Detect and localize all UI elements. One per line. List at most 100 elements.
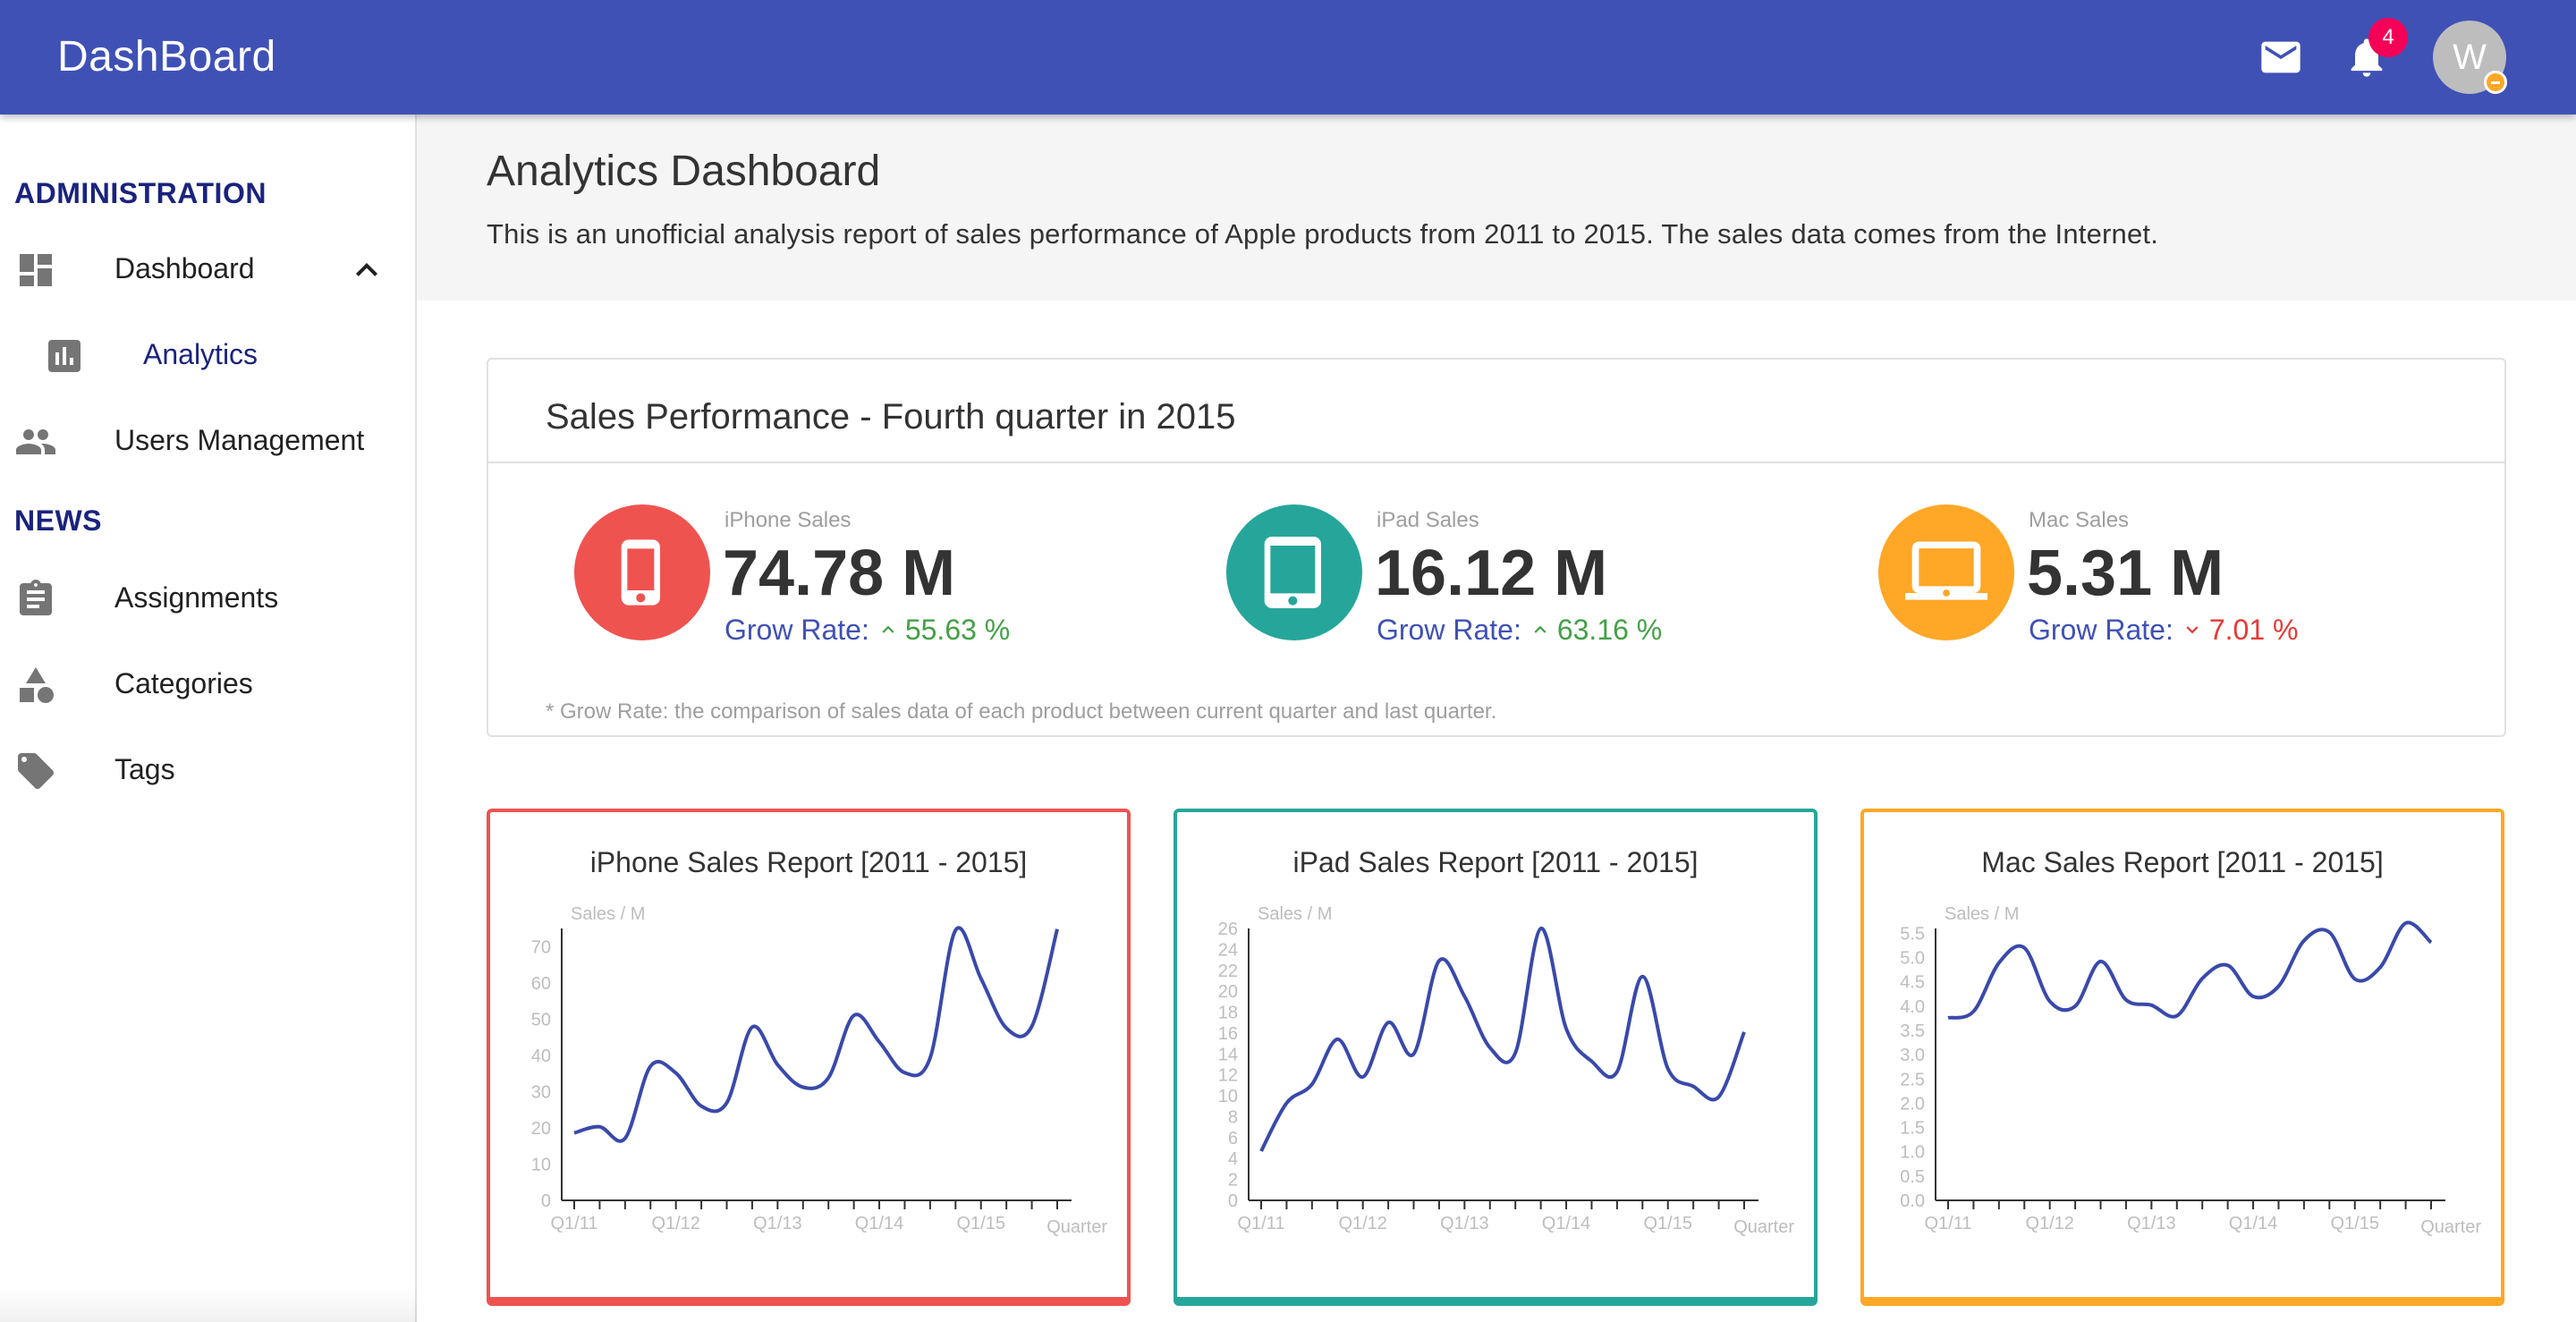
x-tick-label: Q1/11: [1925, 1214, 1972, 1233]
y-tick-label: 10: [531, 1155, 551, 1174]
app-title[interactable]: DashBoard: [57, 32, 276, 81]
tag-icon: [18, 753, 54, 789]
x-tick-label: Q1/13: [1440, 1214, 1488, 1233]
sidebar-item-analytics[interactable]: Analytics: [0, 313, 415, 399]
y-tick-label: 1.0: [1900, 1143, 1925, 1163]
app-bar: DashBoard 4 W: [0, 0, 2576, 114]
y-tick-label: 4.5: [1900, 973, 1925, 993]
grow-rate-value: 7.01 %: [2208, 614, 2299, 646]
sidebar-item-categories[interactable]: Categories: [0, 642, 415, 728]
x-tick-label: Q1/12: [651, 1214, 699, 1233]
y-axis-label: Sales / M: [1258, 904, 1332, 924]
card-title: Sales Performance - Fourth quarter in 20…: [546, 397, 1236, 436]
grow-rate-value: 63.16 %: [1556, 614, 1663, 646]
x-tick-label: Q1/14: [2229, 1214, 2277, 1233]
mail-icon[interactable]: [2258, 34, 2304, 81]
y-tick-label: 0: [1228, 1191, 1238, 1211]
main-content: Analytics Dashboard This is an unofficia…: [417, 114, 2576, 1322]
x-tick-label: Q1/14: [855, 1214, 903, 1233]
y-tick-label: 2: [1228, 1171, 1238, 1191]
page-title: Analytics Dashboard: [487, 148, 881, 195]
grow-rate: Grow Rate: 7.01 %: [2029, 614, 2298, 647]
x-tick-label: Q1/14: [1542, 1214, 1590, 1233]
y-tick-label: 0.5: [1900, 1167, 1925, 1187]
x-axis-label: Quarter: [1046, 1217, 1107, 1237]
sidebar-item-assignments[interactable]: Assignments: [0, 556, 415, 642]
chevron-up-icon[interactable]: [345, 249, 388, 292]
x-tick-label: Q1/13: [753, 1214, 801, 1233]
x-tick-label: Q1/11: [1238, 1214, 1285, 1233]
y-tick-label: 70: [531, 937, 551, 957]
y-tick-label: 26: [1218, 919, 1238, 939]
shapes-icon: [20, 667, 54, 703]
stat-value: 5.31 M: [2027, 538, 2224, 609]
y-tick-label: 18: [1218, 1004, 1238, 1023]
y-tick-label: 0: [541, 1191, 551, 1211]
y-tick-label: 8: [1228, 1107, 1238, 1127]
y-tick-label: 3.5: [1900, 1021, 1925, 1041]
grow-rate-label: Grow Rate:: [2029, 614, 2174, 646]
sidebar-item-label: Dashboard: [114, 252, 255, 284]
ipad-sales-chart-card: iPad Sales Report [2011 - 2015] Sales / …: [1174, 809, 1818, 1306]
x-tick-label: Q1/12: [1338, 1214, 1386, 1233]
y-tick-label: 30: [531, 1082, 551, 1102]
chevron-up-icon: [882, 625, 894, 633]
x-axis-label: Quarter: [2420, 1217, 2481, 1237]
sales-series-line: [1259, 926, 1746, 1152]
ipad-sales-line-chart: Sales / M02468101214161820222426Q1/11 Q1/…: [1218, 904, 1795, 1237]
clipboard-icon: [20, 580, 52, 615]
divider: [488, 462, 2504, 463]
y-axis-label: Sales / M: [571, 904, 645, 924]
y-tick-label: 5.5: [1900, 924, 1925, 944]
y-tick-label: 2.0: [1900, 1094, 1925, 1114]
y-tick-label: 20: [531, 1119, 551, 1139]
grow-rate: Grow Rate: 55.63 %: [724, 614, 1010, 647]
stat-label: iPhone Sales: [724, 508, 852, 532]
section-label-administration: ADMINISTRATION: [14, 177, 267, 209]
y-tick-label: 14: [1218, 1045, 1238, 1064]
stat-value: 74.78 M: [723, 538, 956, 609]
mac-sales-line-chart: Sales / M 0.0 0.5 1.0 1.5 2.0 2.5 3.0 3.5 4.0 4.5 5…: [1900, 904, 2481, 1237]
iphone-sales-stat: iPhone Sales 74.78 M Grow Rate: 55.63 %: [574, 504, 1200, 665]
dashboard-icon: [20, 254, 52, 286]
sidebar-item-dashboard[interactable]: Dashboard: [0, 227, 415, 313]
y-tick-label: 50: [531, 1010, 551, 1030]
y-tick-label: 24: [1218, 940, 1238, 960]
laptop-icon: [1905, 541, 1987, 600]
stat-circle: [1878, 504, 2014, 640]
y-tick-label: 16: [1218, 1024, 1238, 1044]
iphone-sales-chart-card: iPhone Sales Report [2011 - 2015] Sales …: [487, 809, 1131, 1306]
sidebar-item-label: Tags: [114, 753, 175, 785]
sidebar-item-label: Users Management: [114, 424, 365, 456]
ipad-sales-stat: iPad Sales 16.12 M Grow Rate: 63.16 %: [1226, 504, 1852, 665]
x-tick-label: Q1/11: [551, 1214, 598, 1233]
grow-rate: Grow Rate: 63.16 %: [1377, 614, 1662, 647]
x-axis-label: Quarter: [1733, 1217, 1794, 1237]
y-tick-label: 5.0: [1900, 949, 1925, 969]
y-tick-label: 10: [1218, 1087, 1238, 1106]
y-tick-label: 4: [1228, 1149, 1238, 1169]
x-tick-label: Q1/13: [2127, 1214, 2175, 1233]
sidebar-item-users-management[interactable]: Users Management: [0, 399, 415, 485]
x-tick-label: Q1/12: [2025, 1214, 2073, 1233]
grow-rate-value: 55.63 %: [904, 614, 1011, 646]
x-tick-label: Q1/15: [1643, 1214, 1691, 1233]
chevron-up-icon: [1534, 625, 1546, 633]
stat-circle: [574, 504, 710, 640]
sidebar-item-tags[interactable]: Tags: [0, 728, 415, 814]
chevron-down-icon: [2186, 625, 2199, 633]
mac-sales-chart-card: Mac Sales Report [2011 - 2015] Sales / M…: [1860, 809, 2504, 1306]
x-tick-label: Q1/15: [2330, 1214, 2378, 1233]
phone-icon: [621, 539, 660, 606]
x-tick-label: Q1/15: [956, 1214, 1004, 1233]
y-tick-label: 6: [1228, 1129, 1238, 1148]
away-status-icon: [2484, 71, 2507, 94]
y-axis-label: Sales / M: [1945, 904, 2019, 924]
stat-circle: [1226, 504, 1362, 640]
y-tick-label: 20: [1218, 982, 1238, 1002]
grow-rate-label: Grow Rate:: [724, 614, 869, 646]
y-tick-label: 1.5: [1900, 1119, 1925, 1139]
sidebar: ADMINISTRATION Dashboard Analytics Users…: [0, 114, 417, 1322]
sidebar-item-label: Categories: [114, 667, 253, 699]
stat-label: iPad Sales: [1377, 508, 1479, 532]
